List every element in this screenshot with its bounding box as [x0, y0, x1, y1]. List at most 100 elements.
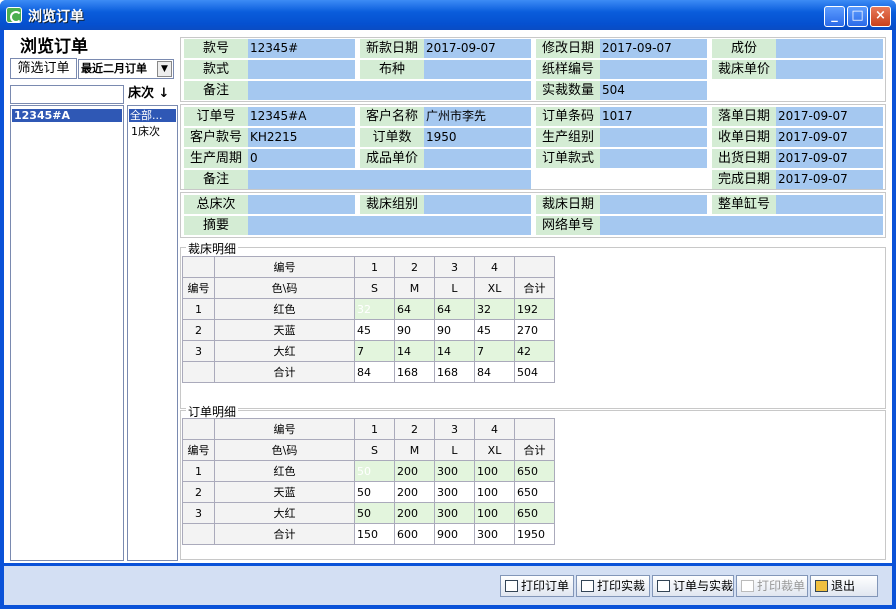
total-cell: 168: [434, 361, 475, 383]
customer-style-field[interactable]: KH2215: [248, 128, 355, 147]
actual-cut-qty-field[interactable]: 504: [600, 81, 707, 100]
table-row[interactable]: 2 天蓝 45 90 90 45 270: [182, 319, 555, 341]
grid-header: 编号: [214, 418, 355, 440]
table-row[interactable]: 2 天蓝 50 200 300 100 650: [182, 481, 555, 503]
grid-cell[interactable]: 14: [434, 340, 475, 362]
grid-cell[interactable]: 50: [354, 460, 395, 482]
grid-cell[interactable]: 100: [474, 502, 515, 524]
cut-price-field[interactable]: [776, 60, 883, 79]
grid-cell[interactable]: 650: [514, 481, 555, 503]
grid-cell[interactable]: 50: [354, 502, 395, 524]
maximize-button[interactable]: □: [847, 6, 868, 27]
bed-list[interactable]: 全部... 1床次: [127, 105, 178, 561]
grid-cell[interactable]: 45: [474, 319, 515, 341]
production-group-field[interactable]: [600, 128, 707, 147]
table-row[interactable]: 3 大红 50 200 300 100 650: [182, 502, 555, 524]
button-label: 打印订单: [521, 579, 570, 593]
grid-header: 1: [354, 418, 395, 440]
grid-cell[interactable]: 64: [394, 298, 435, 320]
fabric-field[interactable]: [424, 60, 531, 79]
grid-cell[interactable]: 300: [434, 481, 475, 503]
order-qty-field[interactable]: 1950: [424, 128, 531, 147]
grid-cell[interactable]: 100: [474, 481, 515, 503]
cut-date-field[interactable]: [600, 195, 707, 214]
minimize-button[interactable]: _: [824, 6, 845, 27]
customer-name-field[interactable]: 广州市李先: [424, 107, 531, 126]
grid-cell[interactable]: 64: [434, 298, 475, 320]
order-barcode-field[interactable]: 1017: [600, 107, 707, 126]
cut-detail-grid[interactable]: 编号 1 2 3 4 编号 色\码 S M L XL 合计 1 红色 32 64 64 32 192 2 天蓝 45 90 9…: [182, 256, 555, 383]
print-order-button[interactable]: 打印订单: [500, 575, 574, 597]
row-number: 1: [182, 460, 215, 482]
receive-date-field[interactable]: 2017-09-07: [776, 128, 883, 147]
product-price-field[interactable]: [424, 149, 531, 168]
style-remark-field[interactable]: [248, 81, 531, 100]
table-row[interactable]: 1 红色 50 200 300 100 650: [182, 460, 555, 482]
production-cycle-field[interactable]: 0: [248, 149, 355, 168]
cut-group-field[interactable]: [424, 195, 531, 214]
composition-field[interactable]: [776, 39, 883, 58]
field-label: 裁床单价: [712, 60, 776, 79]
grid-cell[interactable]: 32: [354, 298, 395, 320]
grid-cell[interactable]: 200: [394, 460, 435, 482]
order-date-field[interactable]: 2017-09-07: [776, 107, 883, 126]
order-and-cut-button[interactable]: 订单与实裁: [652, 575, 734, 597]
bed-list-item-all[interactable]: 全部...: [129, 109, 176, 122]
grid-cell[interactable]: 42: [514, 340, 555, 362]
table-row[interactable]: 3 大红 7 14 14 7 42: [182, 340, 555, 362]
total-cell: 84: [474, 361, 515, 383]
grid-corner: [182, 361, 215, 383]
order-no-field[interactable]: 12345#A: [248, 107, 355, 126]
grid-cell[interactable]: 200: [394, 481, 435, 503]
bed-list-item[interactable]: 1床次: [131, 123, 160, 139]
style-type-field[interactable]: [248, 60, 355, 79]
grid-cell[interactable]: 100: [474, 460, 515, 482]
dye-lot-field[interactable]: [776, 195, 883, 214]
modify-date-field[interactable]: 2017-09-07: [600, 39, 707, 58]
section-title: 裁床明细: [186, 240, 239, 257]
grid-header: XL: [474, 439, 515, 461]
exit-button[interactable]: 退出: [810, 575, 878, 597]
ship-date-field[interactable]: 2017-09-07: [776, 149, 883, 168]
total-beds-field[interactable]: [248, 195, 355, 214]
grid-cell[interactable]: 7: [474, 340, 515, 362]
grid-cell[interactable]: 270: [514, 319, 555, 341]
print-cut-sheet-button: 打印裁单: [736, 575, 808, 597]
new-date-field[interactable]: 2017-09-07: [424, 39, 531, 58]
order-remark-field[interactable]: [248, 170, 531, 189]
filter-select[interactable]: 最近二月订单 ▼: [78, 59, 174, 79]
print-cut-button[interactable]: 打印实裁: [576, 575, 650, 597]
order-list-item[interactable]: 12345#A: [12, 109, 122, 122]
row-color: 大红: [214, 340, 355, 362]
order-search-input[interactable]: [10, 85, 124, 104]
table-row[interactable]: 1 红色 32 64 64 32 192: [182, 298, 555, 320]
style-no-field[interactable]: 12345#: [248, 39, 355, 58]
order-style-field[interactable]: [600, 149, 707, 168]
close-button[interactable]: ×: [870, 6, 891, 27]
grid-cell[interactable]: 45: [354, 319, 395, 341]
grid-cell[interactable]: 192: [514, 298, 555, 320]
grid-cell[interactable]: 90: [434, 319, 475, 341]
grid-cell[interactable]: 50: [354, 481, 395, 503]
grid-cell[interactable]: 14: [394, 340, 435, 362]
printer-icon: [505, 580, 518, 592]
order-list[interactable]: 12345#A: [10, 105, 124, 561]
row-color: 天蓝: [214, 481, 355, 503]
grid-cell[interactable]: 650: [514, 460, 555, 482]
chevron-down-icon[interactable]: ▼: [157, 61, 172, 77]
bed-header[interactable]: 床次 ↓: [128, 82, 169, 101]
grid-header: 合计: [514, 277, 555, 299]
grid-cell[interactable]: 90: [394, 319, 435, 341]
pattern-no-field[interactable]: [600, 60, 707, 79]
grid-header: 4: [474, 256, 515, 278]
grid-cell[interactable]: 32: [474, 298, 515, 320]
network-order-field[interactable]: [600, 216, 883, 235]
order-detail-grid[interactable]: 编号 1 2 3 4 编号 色\码 S M L XL 合计 1 红色 50 200 300 100 650 2 天蓝 50…: [182, 418, 555, 545]
grid-cell[interactable]: 300: [434, 460, 475, 482]
grid-cell[interactable]: 300: [434, 502, 475, 524]
finish-date-field[interactable]: 2017-09-07: [776, 170, 883, 189]
grid-cell[interactable]: 7: [354, 340, 395, 362]
summary-field[interactable]: [248, 216, 531, 235]
grid-cell[interactable]: 200: [394, 502, 435, 524]
grid-cell[interactable]: 650: [514, 502, 555, 524]
